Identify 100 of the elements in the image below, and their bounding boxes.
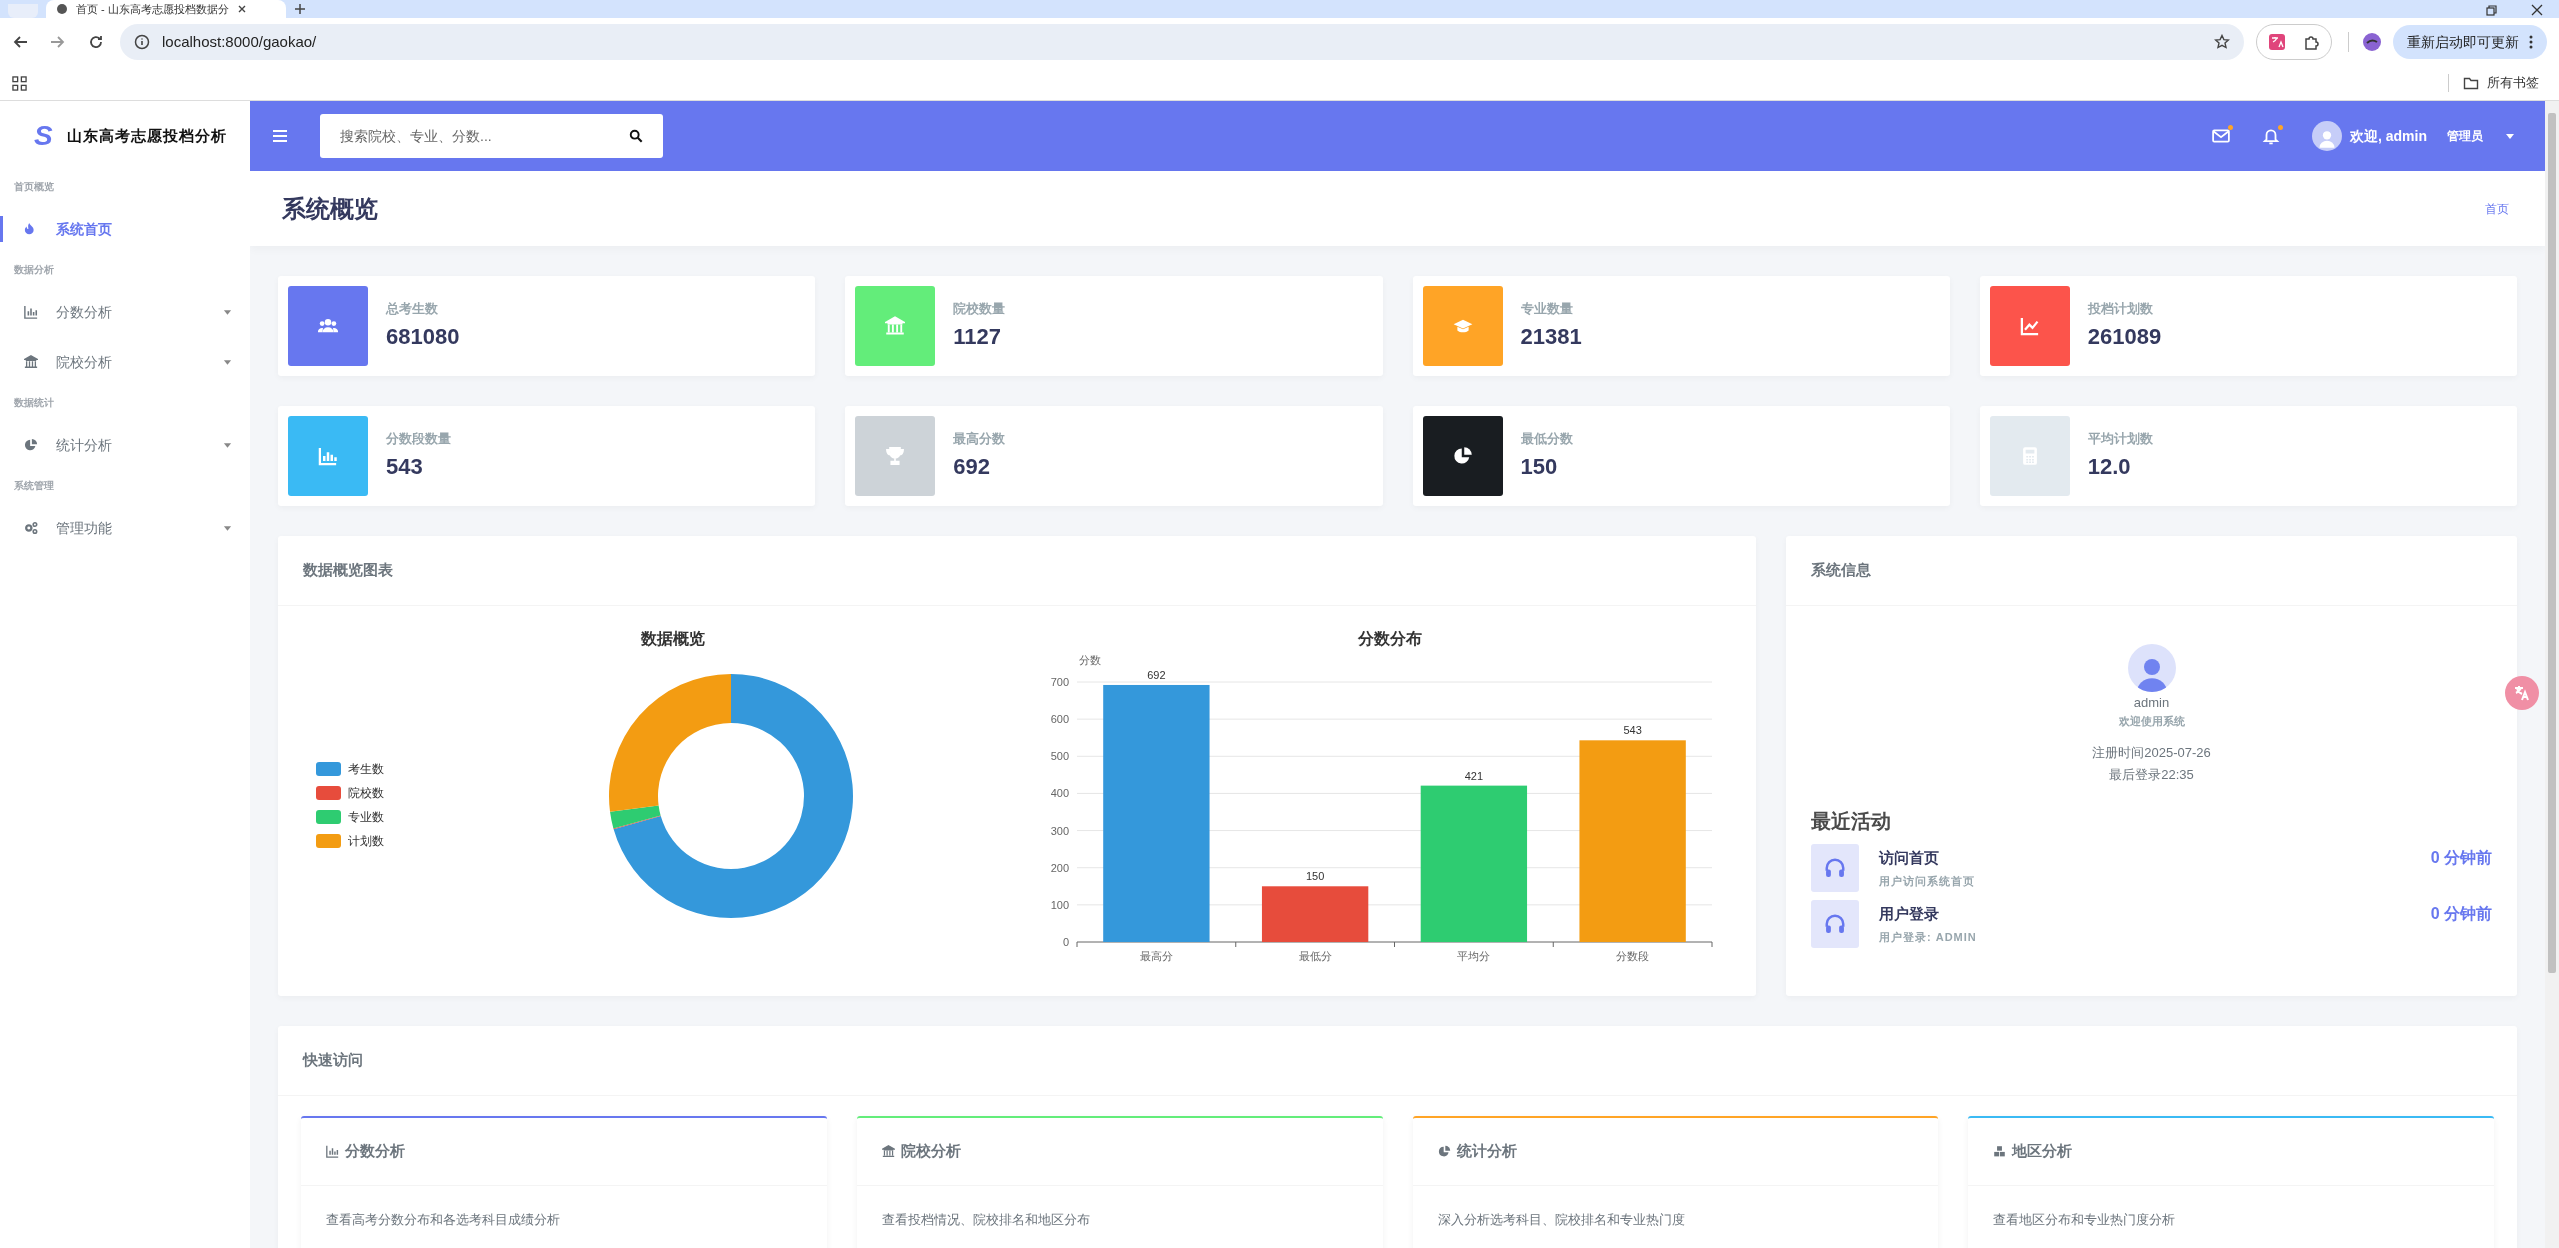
section-heading: 数据分析 <box>13 263 55 277</box>
section-heading: 首页概览 <box>13 180 55 194</box>
restore-icon[interactable] <box>2486 4 2497 16</box>
mail-icon[interactable] <box>2212 127 2230 145</box>
stat-value: 21381 <box>1520 323 1582 352</box>
quick-link-card[interactable]: 地区分析 查看地区分布和专业热门度分析 <box>1968 1116 2494 1248</box>
panel-title: 数据概览图表 <box>303 560 393 581</box>
legend-label[interactable]: 考生数 <box>348 762 384 776</box>
user-role[interactable]: 管理员 <box>2447 127 2483 145</box>
star-icon[interactable] <box>2214 34 2230 50</box>
bank-icon <box>24 355 38 369</box>
legend-swatch[interactable] <box>316 762 341 776</box>
bar-chart-icon <box>24 305 38 319</box>
legend-swatch[interactable] <box>316 786 341 800</box>
caret-icon <box>223 441 232 449</box>
chart-title: 数据概览 <box>641 630 705 647</box>
puzzle-icon[interactable] <box>2303 34 2319 50</box>
caret-icon[interactable] <box>2505 132 2515 140</box>
apps-icon[interactable] <box>12 75 27 91</box>
folder-icon <box>2463 75 2479 91</box>
more-icon[interactable] <box>2529 35 2533 49</box>
sidebar-item[interactable]: 管理功能 <box>0 503 250 553</box>
panel-title: 快速访问 <box>303 1050 363 1071</box>
legend-label[interactable]: 计划数 <box>348 834 384 848</box>
welcome-text: 欢迎使用系统 <box>2118 713 2185 729</box>
last-login-time: 最后登录22:35 <box>2109 765 2194 784</box>
stat-value: 150 <box>1520 453 1559 482</box>
tab-title: 首页 - 山东高考志愿投档数据分 <box>76 3 229 15</box>
bookmarks-folder[interactable]: 所有书签 <box>2463 73 2547 93</box>
address-bar[interactable]: localhost:8000/gaokao/ <box>120 24 2244 60</box>
stat-label: 最高分数 <box>953 429 1006 448</box>
headphones-icon <box>1824 857 1846 879</box>
browser-tab[interactable]: 首页 - 山东高考志愿投档数据分 <box>46 0 286 18</box>
pie-chart-icon <box>1437 1145 1451 1158</box>
quick-link-card[interactable]: 分数分析 查看高考分数分布和各选考科目成绩分析 <box>301 1116 827 1248</box>
stat-value: 543 <box>386 453 424 482</box>
card-description: 查看投档情况、院校排名和地区分布 <box>880 1211 1091 1229</box>
avatar-icon[interactable] <box>2312 121 2342 151</box>
translate-icon[interactable] <box>2269 34 2285 50</box>
headphones-icon <box>1824 913 1846 935</box>
tick-label: 600 <box>1050 713 1069 726</box>
info-icon[interactable] <box>134 34 150 50</box>
donut-slice[interactable] <box>609 674 731 812</box>
scrollbar[interactable] <box>2545 101 2559 1248</box>
search-icon[interactable] <box>629 129 643 143</box>
tick-label: 100 <box>1050 898 1069 911</box>
section-heading: 系统管理 <box>13 479 55 493</box>
new-tab-icon[interactable] <box>294 3 306 15</box>
chart-title: 分数分布 <box>1358 630 1422 647</box>
legend-label[interactable]: 院校数 <box>348 786 384 800</box>
tick-label: 0 <box>1062 936 1069 948</box>
back-icon[interactable] <box>12 34 28 50</box>
bank-icon <box>881 1145 895 1158</box>
bell-icon[interactable] <box>2262 127 2280 145</box>
category-label: 分数段 <box>1616 950 1650 962</box>
donut-slice[interactable] <box>613 674 853 918</box>
update-button[interactable]: 重新启动即可更新 <box>2393 25 2547 59</box>
sidebar-item[interactable]: 统计分析 <box>0 420 250 470</box>
activity-detail: 用户访问系统首页 <box>1879 873 1976 889</box>
panel-title: 系统信息 <box>1811 560 1871 581</box>
tick-label: 300 <box>1050 824 1069 837</box>
stat-label: 总考生数 <box>386 299 439 318</box>
legend-swatch[interactable] <box>316 810 341 824</box>
bar-chart-icon <box>326 1145 339 1158</box>
forward-icon[interactable] <box>50 34 66 50</box>
card-title: 院校分析 <box>900 1141 961 1162</box>
translate-icon[interactable] <box>2505 676 2539 710</box>
activity-time: 0 分钟前 <box>2430 848 2492 868</box>
app-title: 山东高考志愿投档分析 <box>66 125 227 146</box>
sidebar-item[interactable]: 分数分析 <box>0 287 250 337</box>
caret-icon <box>223 308 232 316</box>
donut-slice[interactable] <box>610 805 661 829</box>
category-label: 平均分 <box>1457 950 1491 962</box>
bank-icon <box>885 316 906 336</box>
gears-icon <box>24 521 38 535</box>
quick-link-card[interactable]: 统计分析 深入分析选考科目、院校排名和专业热门度 <box>1412 1116 1939 1248</box>
tick-label: 700 <box>1050 676 1069 688</box>
username: admin <box>2133 694 2170 712</box>
close-icon[interactable] <box>2531 4 2543 16</box>
data-label: 421 <box>1464 769 1484 782</box>
bar-chart-icon <box>318 446 338 466</box>
card-description: 查看地区分布和专业热门度分析 <box>1992 1211 2177 1229</box>
sidebar-item[interactable]: 系统首页 <box>0 204 250 254</box>
user-greeting[interactable]: 欢迎, admin <box>2350 125 2427 147</box>
tick-label: 500 <box>1050 750 1069 763</box>
sidebar-item[interactable]: 院校分析 <box>0 337 250 387</box>
legend-swatch[interactable] <box>316 834 341 848</box>
stat-value: 681080 <box>386 323 460 352</box>
stat-label: 投档计划数 <box>2087 299 2154 318</box>
breadcrumb-link[interactable]: 首页 <box>2485 199 2509 218</box>
stat-value: 261089 <box>2087 323 2162 352</box>
close-icon[interactable] <box>236 4 247 14</box>
menu-icon[interactable] <box>272 128 288 144</box>
card-description: 查看高考分数分布和各选考科目成绩分析 <box>325 1211 561 1229</box>
legend-label[interactable]: 专业数 <box>348 810 384 824</box>
quick-link-card[interactable]: 院校分析 查看投档情况、院校排名和地区分布 <box>856 1116 1383 1248</box>
search-field[interactable]: 搜索院校、专业、分数... <box>320 114 663 158</box>
reload-icon[interactable] <box>88 34 104 50</box>
profile-icon[interactable] <box>2363 33 2381 51</box>
page-title: 系统概览 <box>282 193 378 224</box>
